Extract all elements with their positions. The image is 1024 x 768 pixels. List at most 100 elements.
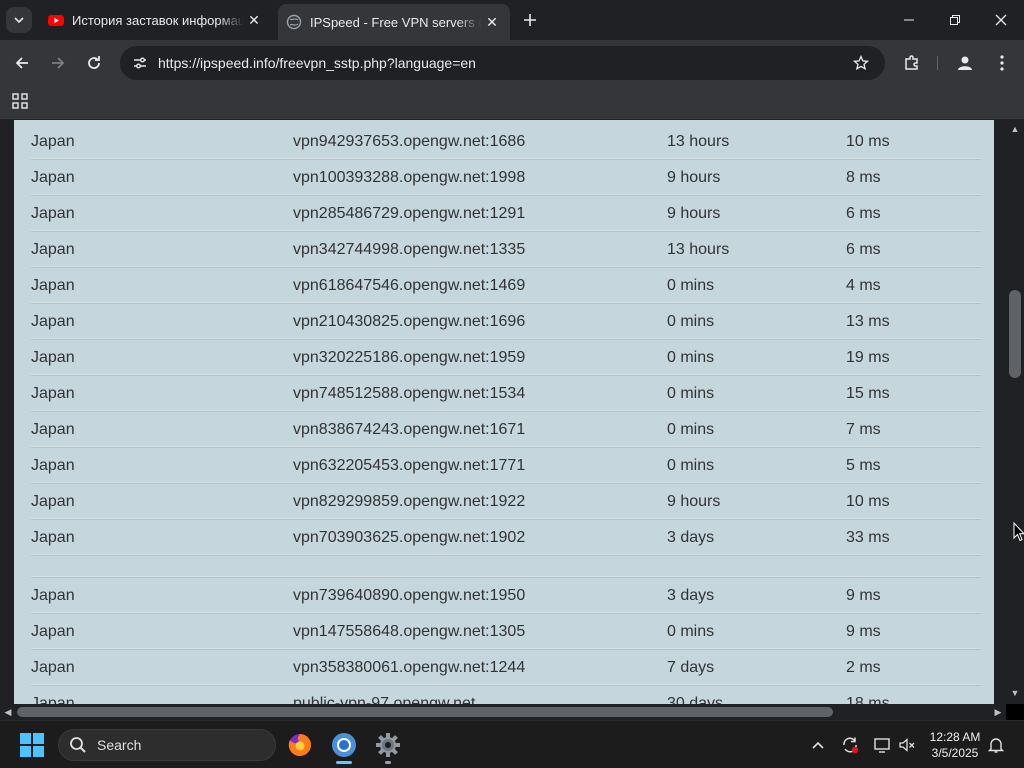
cell-server[interactable]: vpn358380061.opengw.net:1244 (293, 659, 525, 677)
cell-uptime: 9 hours (667, 205, 721, 222)
cell-country: Japan (31, 529, 75, 546)
reload-button[interactable] (80, 49, 108, 77)
cell-server[interactable]: vpn100393288.opengw.net:1998 (293, 169, 525, 187)
globe-icon (286, 14, 302, 30)
apps-grid-icon[interactable] (12, 93, 28, 109)
network-button[interactable] (870, 733, 894, 757)
show-hidden-icons-button[interactable] (806, 733, 830, 757)
close-tab-button[interactable]: ✕ (482, 12, 502, 32)
profile-icon (958, 56, 972, 70)
cell-country: Japan (31, 385, 75, 402)
cell-ping: 15 ms (846, 385, 890, 402)
cell-ping: 18 ms (846, 695, 890, 704)
chevron-down-icon (14, 17, 24, 24)
running-app-indicator (385, 761, 391, 764)
address-bar[interactable]: https://ipspeed.info/freevpn_sstp.php?la… (120, 46, 885, 80)
cell-server[interactable]: vpn285486729.opengw.net:1291 (293, 205, 525, 223)
tab-youtube[interactable]: История заставок информационн ✕ (40, 0, 272, 40)
cell-uptime: 0 mins (667, 623, 715, 640)
windows-taskbar: Search 12:28 AM 3/5/2025 (0, 720, 1024, 768)
tab-title: История заставок информационн (72, 12, 244, 28)
extensions-button[interactable] (898, 49, 926, 77)
cell-server[interactable]: vpn829299859.opengw.net:1922 (293, 493, 525, 511)
close-icon (995, 14, 1007, 26)
taskbar-search-box[interactable]: Search (58, 729, 276, 761)
tab-ipspeed[interactable]: IPSpeed - Free VPN servers (SSTP ✕ (278, 4, 510, 40)
table-row: Japan vpn285486729.opengw.net:1291 9 hours… (31, 195, 981, 231)
arrow-left-icon (15, 57, 28, 69)
restore-icon (950, 15, 960, 25)
cell-country: Japan (31, 623, 75, 640)
cell-server[interactable]: vpn320225186.opengw.net:1959 (293, 349, 525, 367)
settings-gear-icon (376, 733, 400, 757)
bookmark-star-icon[interactable] (849, 51, 873, 75)
scroll-left-arrow[interactable]: ◀ (3, 707, 13, 717)
chrome-icon (332, 733, 356, 757)
notifications-button[interactable] (984, 733, 1008, 757)
horizontal-scrollbar[interactable]: ◀ ▶ (0, 704, 1006, 720)
back-button[interactable] (8, 49, 36, 77)
scroll-down-arrow[interactable]: ▼ (1010, 688, 1020, 698)
table-spacer-row (31, 555, 981, 577)
cell-ping: 33 ms (846, 529, 890, 546)
reload-icon (88, 56, 100, 69)
table-row: Japan vpn342744998.opengw.net:1335 13 hour… (31, 231, 981, 267)
cell-server[interactable]: vpn342744998.opengw.net:1335 (293, 241, 525, 259)
puzzle-icon (905, 55, 918, 70)
table-row: Japan public-vpn-97.opengw.net 30 days 18 m… (31, 685, 981, 704)
horizontal-scroll-thumb[interactable] (17, 707, 833, 717)
cell-ping: 19 ms (846, 349, 890, 366)
cell-country: Japan (31, 277, 75, 294)
restore-button[interactable] (932, 0, 978, 40)
scroll-up-arrow[interactable]: ▲ (1010, 124, 1020, 134)
menu-button[interactable] (988, 49, 1016, 77)
cell-server[interactable]: vpn618647546.opengw.net:1469 (293, 277, 525, 295)
cell-uptime: 9 hours (667, 169, 721, 186)
cell-server[interactable]: vpn739640890.opengw.net:1950 (293, 587, 525, 605)
taskbar-chrome[interactable] (328, 729, 360, 764)
cell-server[interactable]: vpn703903625.opengw.net:1902 (293, 529, 525, 547)
taskbar-settings[interactable] (372, 729, 404, 764)
taskbar-firefox[interactable] (284, 729, 316, 761)
cell-ping: 13 ms (846, 313, 890, 330)
minimize-button[interactable] (886, 0, 932, 40)
cell-server[interactable]: public-vpn-97.opengw.net (293, 695, 475, 704)
tab-strip: История заставок информационн ✕ IPSpeed … (0, 0, 1024, 40)
cell-ping: 10 ms (846, 133, 890, 150)
vertical-scrollbar[interactable]: ▲ ▼ (1006, 120, 1024, 704)
cell-uptime: 0 mins (667, 313, 715, 330)
cell-server[interactable]: vpn632205453.opengw.net:1771 (293, 457, 525, 475)
plus-icon (524, 14, 536, 26)
cell-country: Japan (31, 587, 75, 604)
table-row: Japan vpn632205453.opengw.net:1771 0 mins 5… (31, 447, 981, 483)
tab-search-button[interactable] (6, 7, 32, 33)
profile-button[interactable] (951, 49, 979, 77)
windows-start-icon[interactable] (20, 733, 44, 757)
cell-server[interactable]: vpn147558648.opengw.net:1305 (293, 623, 525, 641)
scroll-right-arrow[interactable]: ▶ (993, 707, 1003, 717)
speaker-muted-icon (899, 738, 915, 752)
bookmark-bar (0, 86, 1024, 119)
cell-uptime: 0 mins (667, 457, 715, 474)
cell-country: Japan (31, 169, 75, 186)
forward-button[interactable] (44, 49, 72, 77)
cell-server[interactable]: vpn838674243.opengw.net:1671 (293, 421, 525, 439)
cell-country: Japan (31, 493, 75, 510)
new-tab-button[interactable] (518, 8, 542, 32)
cell-server[interactable]: vpn210430825.opengw.net:1696 (293, 313, 525, 331)
cell-country: Japan (31, 695, 75, 704)
volume-button[interactable] (895, 733, 919, 757)
cell-uptime: 0 mins (667, 385, 715, 402)
url-text[interactable]: https://ipspeed.info/freevpn_sstp.php?la… (158, 55, 849, 71)
site-info-icon[interactable] (130, 53, 150, 73)
cell-server[interactable]: vpn748512588.opengw.net:1534 (293, 385, 525, 403)
cell-ping: 7 ms (846, 421, 881, 438)
cell-uptime: 0 mins (667, 349, 715, 366)
taskbar-clock[interactable]: 12:28 AM 3/5/2025 (922, 729, 988, 761)
vertical-scroll-thumb[interactable] (1009, 290, 1021, 378)
close-tab-button[interactable]: ✕ (244, 10, 264, 30)
table-row: Japan vpn703903625.opengw.net:1902 3 days 3… (31, 519, 981, 555)
cell-server[interactable]: vpn942937653.opengw.net:1686 (293, 133, 525, 151)
sync-status-button[interactable] (838, 733, 862, 757)
close-window-button[interactable] (978, 0, 1024, 40)
